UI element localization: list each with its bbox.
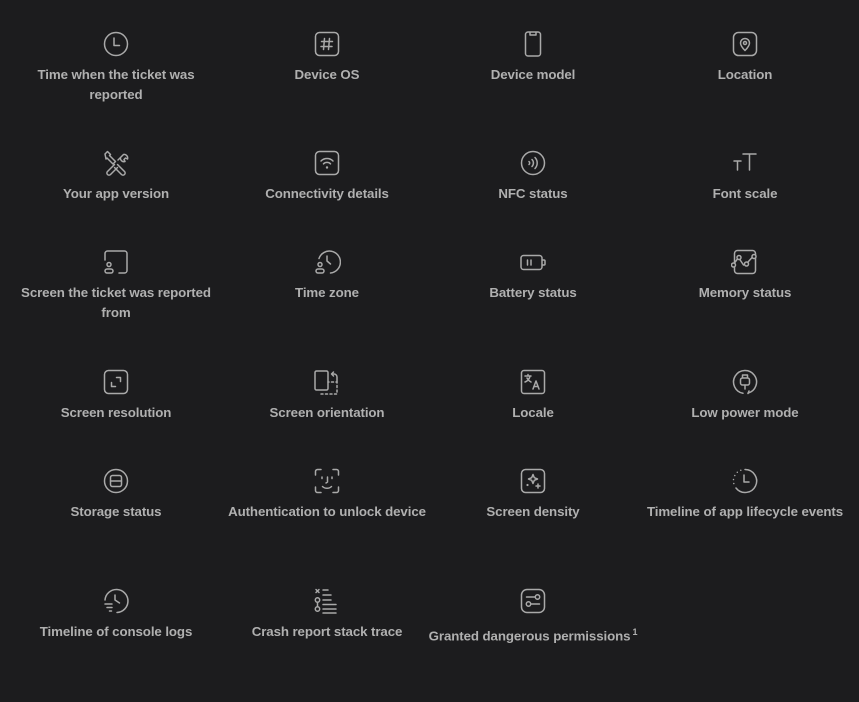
item-device-os: Device OS: [222, 30, 432, 85]
tools-icon: [102, 149, 130, 177]
battery-icon: [519, 248, 547, 276]
font-size-icon: [731, 149, 759, 177]
wifi-icon: [313, 149, 341, 177]
item-location: Location: [640, 30, 850, 85]
location-pin-icon: [731, 30, 759, 58]
item-label: Time zone: [295, 285, 359, 300]
item-report-time: Time when the ticket was reported: [11, 30, 221, 105]
item-low-power: Low power mode: [640, 368, 850, 423]
item-label: NFC status: [498, 186, 568, 201]
item-label: Screen the ticket was reported from: [21, 285, 211, 320]
item-label: Low power mode: [691, 405, 799, 420]
nfc-icon: [519, 149, 547, 177]
item-label-text: Granted dangerous permissions: [428, 628, 631, 644]
clock-icon: [102, 30, 130, 58]
sparkles-icon: [519, 467, 547, 495]
item-authentication: Authentication to unlock device: [222, 467, 432, 522]
item-label: Your app version: [62, 186, 170, 201]
item-label: Connectivity details: [265, 186, 389, 201]
item-label: Locale: [512, 405, 554, 420]
item-label: Storage status: [70, 504, 162, 519]
screen-user-icon: [102, 248, 130, 276]
item-app-version: Your app version: [11, 149, 221, 204]
item-font-scale: Font scale: [640, 149, 850, 204]
item-label: Screen orientation: [269, 405, 385, 420]
memory-chart-icon: [731, 248, 759, 276]
item-label: Granted dangerous permissions 1: [429, 622, 638, 646]
item-label: Time when the ticket was reported: [37, 67, 195, 102]
face-id-icon: [313, 467, 341, 495]
translate-icon: [519, 368, 547, 396]
item-screen-reported: Screen the ticket was reported from: [11, 248, 221, 323]
item-label: Screen density: [486, 504, 580, 519]
item-nfc: NFC status: [428, 149, 638, 204]
hash-icon: [313, 30, 341, 58]
item-label: Location: [717, 67, 773, 82]
item-device-model: Device model: [428, 30, 638, 85]
item-label: Device OS: [294, 67, 360, 82]
item-label: Device model: [490, 67, 576, 82]
item-memory: Memory status: [640, 248, 850, 303]
user-clock-icon: [313, 248, 341, 276]
item-crash-report: Crash report stack trace: [222, 587, 432, 642]
item-console-logs: Timeline of console logs: [11, 587, 221, 642]
item-label: Battery status: [489, 285, 577, 300]
item-screen-density: Screen density: [428, 467, 638, 522]
item-screen-resolution: Screen resolution: [11, 368, 221, 423]
item-label: Font scale: [712, 186, 778, 201]
rotate-screen-icon: [313, 368, 341, 396]
item-storage: Storage status: [11, 467, 221, 522]
item-connectivity: Connectivity details: [222, 149, 432, 204]
footnote-marker: 1: [632, 627, 638, 637]
item-screen-orientation: Screen orientation: [222, 368, 432, 423]
stack-trace-icon: [313, 587, 341, 615]
storage-icon: [102, 467, 130, 495]
item-dangerous-permissions: Granted dangerous permissions 1: [428, 587, 638, 646]
item-label: Screen resolution: [60, 405, 172, 420]
timeline-clock-icon: [731, 467, 759, 495]
item-label: Authentication to unlock device: [228, 504, 426, 519]
item-time-zone: Time zone: [222, 248, 432, 303]
item-locale: Locale: [428, 368, 638, 423]
toggles-icon: [519, 587, 547, 615]
item-label: Timeline of console logs: [39, 624, 193, 639]
resize-icon: [102, 368, 130, 396]
history-logs-icon: [102, 587, 130, 615]
phone-icon: [519, 30, 547, 58]
item-app-lifecycle: Timeline of app lifecycle events: [640, 467, 850, 522]
item-label: Crash report stack trace: [251, 624, 403, 639]
item-label: Memory status: [698, 285, 792, 300]
power-plug-icon: [731, 368, 759, 396]
item-battery: Battery status: [428, 248, 638, 303]
feature-grid: Time when the ticket was reported Device…: [0, 0, 859, 702]
item-label: Timeline of app lifecycle events: [646, 504, 844, 519]
